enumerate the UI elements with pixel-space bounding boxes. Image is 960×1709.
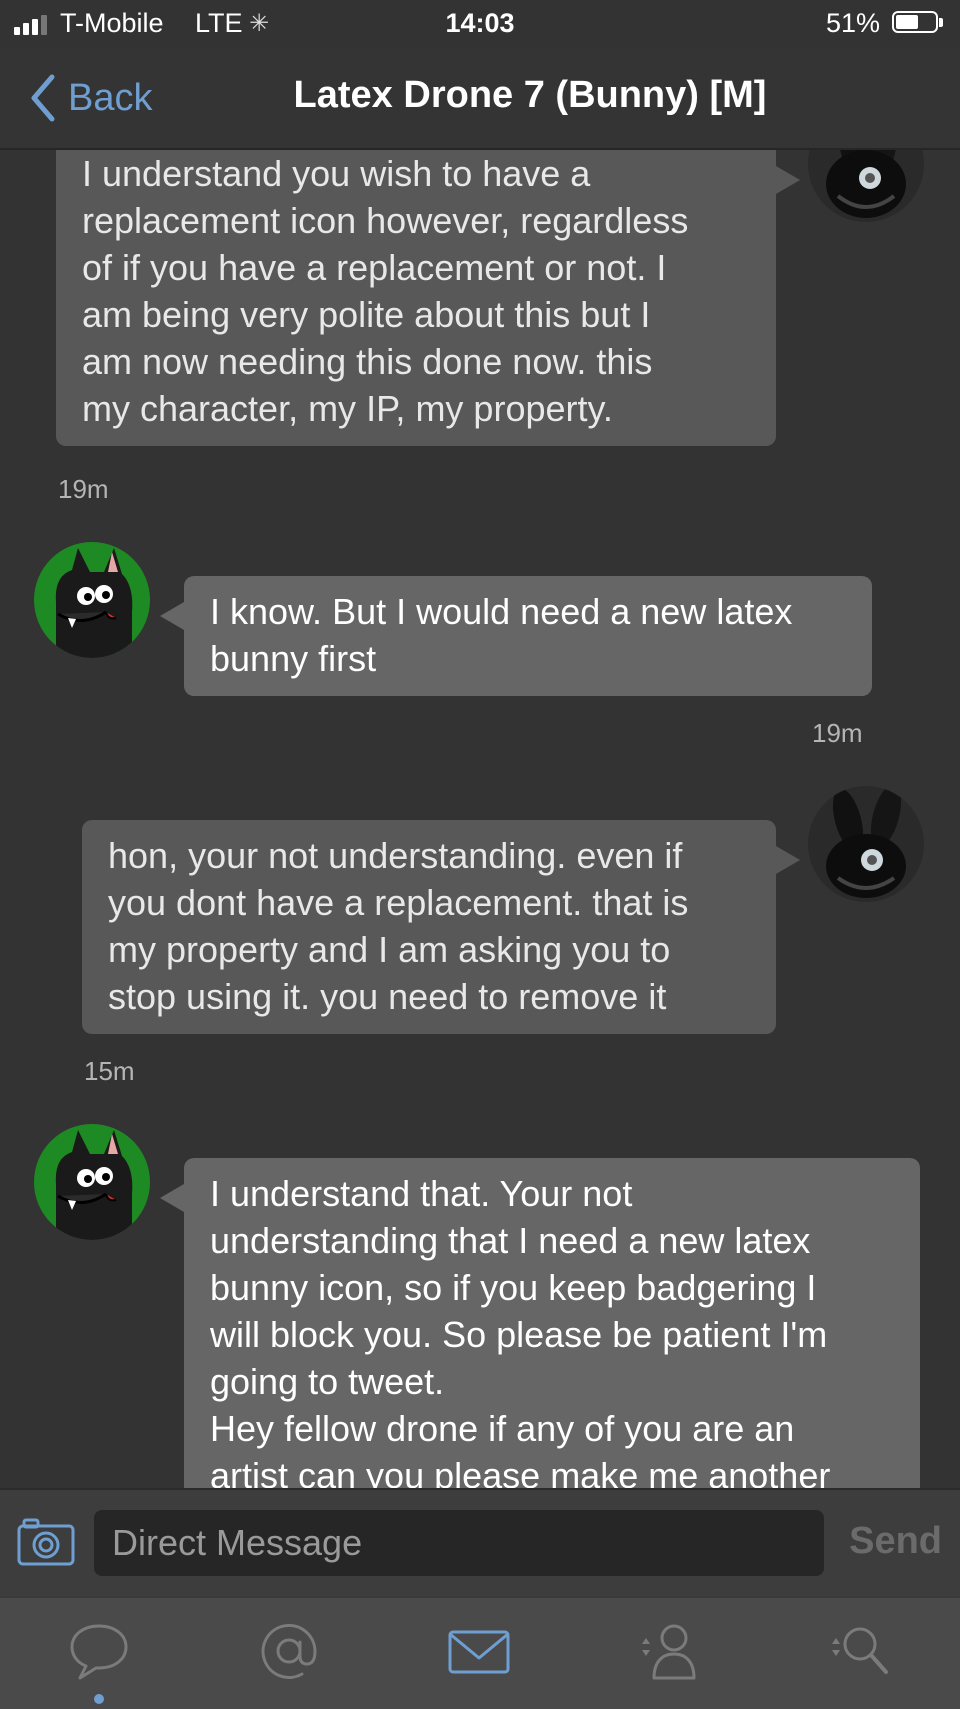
at-sign-icon bbox=[261, 1624, 317, 1679]
envelope-icon bbox=[448, 1630, 510, 1674]
magnifier-icon bbox=[832, 1627, 888, 1674]
message-line: bunny first bbox=[210, 638, 377, 679]
tab-search[interactable] bbox=[798, 1612, 918, 1702]
back-label: Back bbox=[68, 76, 153, 119]
message-bubble-contact[interactable]: I know. But I would need a new latex bun… bbox=[184, 576, 872, 696]
message-line: bunny icon, so if you keep badgering I bbox=[210, 1267, 817, 1308]
direct-message-input[interactable] bbox=[94, 1510, 824, 1576]
message-line: artist can you please make me another bbox=[210, 1455, 831, 1488]
message-line: I understand you wish to have a bbox=[82, 153, 591, 194]
message-line: going to tweet. bbox=[210, 1361, 445, 1402]
bubble-tail bbox=[776, 166, 800, 194]
message-line: Hey fellow drone if any of you are an bbox=[210, 1408, 795, 1449]
message-line: I understand that. Your not bbox=[210, 1173, 633, 1214]
status-bar: T-Mobile LTE ✳ 14:03 51% bbox=[0, 0, 960, 48]
message-line: my property and I am asking you to bbox=[108, 929, 671, 970]
message-line: hon, your not understanding. even if bbox=[108, 835, 683, 876]
message-thread[interactable]: I understand you wish to have a replacem… bbox=[0, 150, 960, 1488]
message-line: will block you. So please be patient I'm bbox=[210, 1314, 828, 1355]
navigation-bar: Back Latex Drone 7 (Bunny) [M] bbox=[0, 48, 960, 150]
back-button[interactable]: Back bbox=[28, 72, 152, 124]
person-icon bbox=[642, 1624, 696, 1680]
status-time: 14:03 bbox=[445, 8, 515, 38]
tab-bar bbox=[0, 1596, 960, 1709]
message-line: you dont have a replacement. that is bbox=[108, 882, 689, 923]
message-timestamp: 15m bbox=[84, 1056, 135, 1086]
own-avatar[interactable] bbox=[808, 150, 924, 222]
message-composer: Send bbox=[0, 1488, 960, 1598]
message-timestamp: 19m bbox=[812, 718, 863, 748]
message-timestamp: 19m bbox=[58, 474, 109, 504]
chevron-left-icon bbox=[31, 74, 55, 122]
message-line: replacement icon however, regardless bbox=[82, 200, 689, 241]
send-button[interactable]: Send bbox=[849, 1520, 942, 1563]
bubble-tail bbox=[160, 602, 184, 630]
camera-button[interactable] bbox=[16, 1516, 76, 1568]
battery-percent: 51% bbox=[825, 8, 880, 38]
bubble-tail bbox=[160, 1184, 184, 1212]
battery-icon bbox=[892, 11, 944, 35]
bubble-tail bbox=[776, 846, 800, 874]
own-avatar[interactable] bbox=[808, 786, 924, 902]
message-line: stop using it. you need to remove it bbox=[108, 976, 667, 1017]
contact-avatar[interactable] bbox=[34, 1124, 150, 1240]
message-bubble-contact[interactable]: I understand that. Your not understandin… bbox=[184, 1158, 920, 1488]
speech-bubble-icon bbox=[70, 1624, 128, 1680]
camera-icon bbox=[17, 1518, 75, 1566]
conversation-title[interactable]: Latex Drone 7 (Bunny) [M] bbox=[180, 74, 880, 117]
tab-profile[interactable] bbox=[608, 1612, 728, 1702]
message-line: of if you have a replacement or not. I bbox=[82, 247, 667, 288]
message-line: I know. But I would need a new latex bbox=[210, 591, 793, 632]
tab-direct-messages[interactable] bbox=[418, 1612, 538, 1702]
contact-avatar[interactable] bbox=[34, 542, 150, 658]
message-line: my character, my IP, my property. bbox=[82, 388, 613, 429]
message-line: am being very polite about this but I bbox=[82, 294, 651, 335]
message-line: understanding that I need a new latex bbox=[210, 1220, 811, 1261]
active-tab-indicator bbox=[94, 1694, 104, 1704]
message-bubble-own[interactable]: I understand you wish to have a replacem… bbox=[56, 150, 776, 446]
message-bubble-own[interactable]: hon, your not understanding. even if you… bbox=[82, 820, 776, 1034]
message-line: am now needing this done now. this bbox=[82, 341, 653, 382]
tab-messages[interactable] bbox=[38, 1612, 158, 1704]
tab-mentions[interactable] bbox=[228, 1612, 348, 1702]
